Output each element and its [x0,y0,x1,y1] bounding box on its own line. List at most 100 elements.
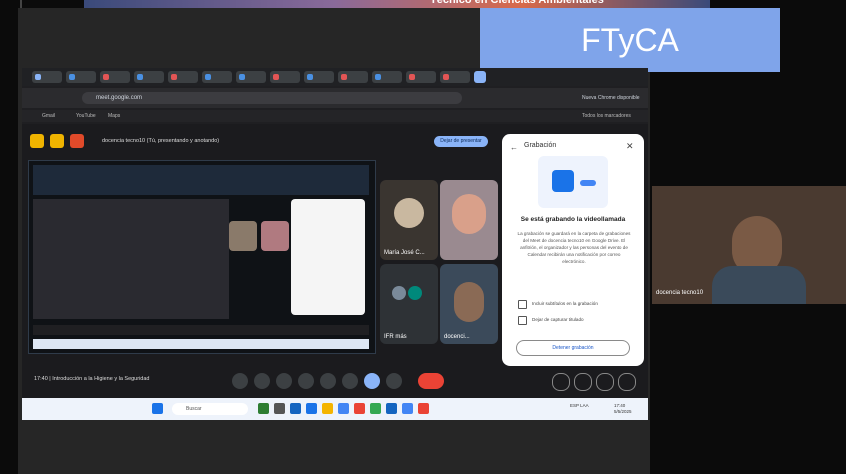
stop-presenting-button[interactable]: Dejar de presentar [434,136,488,147]
url-field[interactable]: meet.google.com [82,92,462,104]
chat-icon[interactable] [596,373,614,391]
captions-checkbox[interactable] [518,300,527,309]
people-icon[interactable] [574,373,592,391]
present-icon[interactable] [30,134,44,148]
bookmarks-bar: Gmail YouTube Maps Todos los marcadores [22,110,648,122]
taskbar-app-icon[interactable] [354,403,365,414]
more-options-icon[interactable] [386,373,402,389]
captions-icon[interactable] [298,373,314,389]
banner-text: Técnico en Ciencias Ambientales [430,0,604,6]
tab[interactable] [134,71,164,83]
taskbar-app-icon[interactable] [290,403,301,414]
recording-illustration [538,156,608,208]
clock-date[interactable]: 5/5/2025 [614,409,632,414]
tab[interactable] [100,71,130,83]
participant-name: María José C... [384,250,425,256]
tab[interactable] [66,71,96,83]
windows-taskbar: Buscar ESP LAA 17:40 5/5/2025 [22,398,648,420]
language-indicator[interactable]: ESP LAA [570,403,589,408]
participant-tile[interactable] [440,180,498,260]
participant-avatar [452,194,486,234]
captions-label: Incluir subtítulos en la grabación [532,301,598,306]
present-screen-icon[interactable] [342,373,358,389]
shared-browser-chrome [33,165,369,195]
recording-heading: Se está grabando la videollamada [520,216,626,223]
participant-name: docenci... [444,334,470,340]
record-icon[interactable] [70,134,84,148]
camera-icon[interactable] [276,373,292,389]
taskbar-search[interactable]: Buscar [172,403,248,415]
mic-icon[interactable] [254,373,270,389]
participant-tile[interactable]: IFR más [380,264,438,344]
recording-title: Grabación [524,142,557,149]
leave-call-icon[interactable] [418,373,444,389]
tab-bar [22,68,648,86]
emoji-icon[interactable] [320,373,336,389]
tab[interactable] [338,71,368,83]
taskbar-app-icon[interactable] [370,403,381,414]
tab[interactable] [202,71,232,83]
shared-rec-panel [291,199,365,315]
person-shirt [712,266,806,304]
chevron-up-icon[interactable] [232,373,248,389]
bookmark-gmail[interactable]: Gmail [42,113,55,119]
presenting-title: docencia tecno10 (Tú, presentando y anot… [102,138,220,144]
taskbar-app-icon[interactable] [386,403,397,414]
tab[interactable] [304,71,334,83]
shared-screen [28,160,376,354]
activities-icon[interactable] [618,373,636,391]
tab[interactable] [440,71,470,83]
meeting-label: 17:40 | Introducción a la Higiene y la S… [34,376,150,382]
shared-meet-view [33,199,229,319]
windows-start-icon[interactable] [152,403,163,414]
transcript-checkbox[interactable] [518,316,527,325]
taskbar-app-icon[interactable] [402,403,413,414]
raise-hand-icon[interactable] [364,373,380,389]
taskbar-app-icon[interactable] [306,403,317,414]
shared-tile [229,221,257,251]
tab[interactable] [236,71,266,83]
shared-tile [261,221,289,251]
participant-name: IFR más [384,334,407,340]
participant-avatar [454,282,484,322]
update-chip[interactable]: Nueva Chrome disponible [582,92,642,104]
participant-avatar [408,286,422,300]
taskbar-app-icon[interactable] [338,403,349,414]
taskbar-app-icon[interactable] [258,403,269,414]
all-bookmarks[interactable]: Todos los marcadores [582,113,631,119]
shared-taskbar [33,339,369,349]
participant-tile[interactable]: docenci... [440,264,498,344]
recording-panel: ← Grabación ✕ Se está grabando la videol… [502,134,644,366]
back-arrow-icon[interactable]: ← [510,143,518,152]
address-bar: meet.google.com Nueva Chrome disponible [22,88,648,108]
taskbar-app-icon[interactable] [274,403,285,414]
transcript-label: Dejar de capturar titulado [532,317,584,322]
participant-avatar [392,286,406,300]
participant-avatar [394,198,424,228]
recording-body: La grabación se guardará en la carpeta d… [517,231,631,264]
meeting-bar: 17:40 | Introducción a la Higiene y la S… [22,366,648,396]
system-tray: ESP LAA 17:40 5/5/2025 [570,403,644,414]
close-icon[interactable]: ✕ [626,141,634,152]
tab[interactable] [168,71,198,83]
new-tab-icon[interactable] [474,71,486,83]
webcam-feed: docencia tecno10 [652,186,846,304]
webcam-name: docencia tecno10 [656,290,704,296]
meet-logo-icon [552,170,574,192]
info-icon[interactable] [552,373,570,391]
clock-time[interactable]: 17:40 [614,403,625,408]
waveform-icon [580,180,596,186]
tab[interactable] [406,71,436,83]
ftyca-badge: FTyCA [480,8,780,72]
tab[interactable] [270,71,300,83]
taskbar-app-icon[interactable] [418,403,429,414]
pen-icon[interactable] [50,134,64,148]
tab[interactable] [32,71,62,83]
participant-tile[interactable]: María José C... [380,180,438,260]
tab[interactable] [372,71,402,83]
bookmark-youtube[interactable]: YouTube [76,113,96,119]
taskbar-app-icon[interactable] [322,403,333,414]
stop-recording-button[interactable]: Detener grabación [516,340,630,356]
bookmark-maps[interactable]: Maps [108,113,120,119]
shared-meeting-bar [33,325,369,335]
